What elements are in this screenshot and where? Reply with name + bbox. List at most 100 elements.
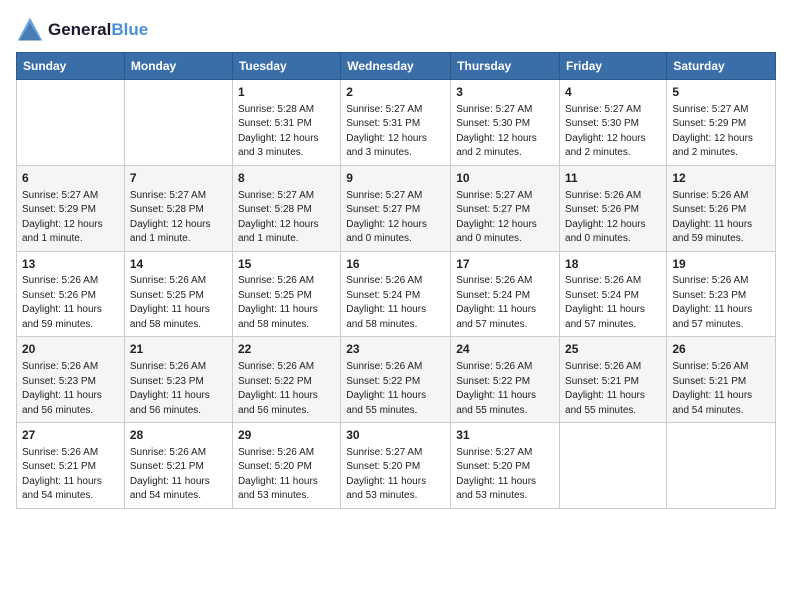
day-info: Sunrise: 5:26 AM Sunset: 5:20 PM Dayligh… — [238, 446, 335, 504]
day-info: Sunrise: 5:26 AM Sunset: 5:22 PM Dayligh… — [346, 360, 445, 418]
week-row-3: 13Sunrise: 5:26 AM Sunset: 5:26 PM Dayli… — [17, 251, 776, 337]
day-cell — [667, 423, 776, 509]
day-number: 6 — [22, 170, 119, 187]
day-info: Sunrise: 5:26 AM Sunset: 5:24 PM Dayligh… — [346, 274, 445, 332]
day-number: 22 — [238, 341, 335, 358]
day-number: 31 — [456, 427, 554, 444]
day-info: Sunrise: 5:26 AM Sunset: 5:26 PM Dayligh… — [672, 189, 770, 247]
day-cell: 24 Sunrise: 5:26 AM Sunset: 5:22 PM Dayli… — [451, 337, 560, 423]
header-sunday: Sunday — [17, 53, 125, 80]
day-cell: 25 Sunrise: 5:26 AM Sunset: 5:21 PM Dayli… — [560, 337, 667, 423]
day-info: Sunrise: 5:27 AM Sunset: 5:20 PM Dayligh… — [456, 446, 554, 504]
day-cell: 9 Sunrise: 5:27 AM Sunset: 5:27 PM Daylig… — [341, 165, 451, 251]
day-number: 20 — [22, 341, 119, 358]
day-info: Sunrise: 5:27 AM Sunset: 5:30 PM Dayligh… — [565, 103, 661, 161]
day-info: Sunrise: 5:26 AM Sunset: 5:25 PM Dayligh… — [238, 274, 335, 332]
day-info: Sunrise: 5:27 AM Sunset: 5:20 PM Dayligh… — [346, 446, 445, 504]
day-number: 7 — [130, 170, 227, 187]
day-info: Sunrise: 5:26 AM Sunset: 5:24 PM Dayligh… — [456, 274, 554, 332]
day-cell: 22 Sunrise: 5:26 AM Sunset: 5:22 PM Dayli… — [232, 337, 340, 423]
day-cell: 27Sunrise: 5:26 AM Sunset: 5:21 PM Dayli… — [17, 423, 125, 509]
day-number: 19 — [672, 256, 770, 273]
day-info: Sunrise: 5:26 AM Sunset: 5:25 PM Dayligh… — [130, 274, 227, 332]
day-cell: 10 Sunrise: 5:27 AM Sunset: 5:27 PM Dayli… — [451, 165, 560, 251]
day-info: Sunrise: 5:27 AM Sunset: 5:29 PM Dayligh… — [22, 189, 119, 247]
logo-text: GeneralBlue — [48, 20, 148, 40]
day-info: Sunrise: 5:27 AM Sunset: 5:31 PM Dayligh… — [346, 103, 445, 161]
day-number: 13 — [22, 256, 119, 273]
day-number: 23 — [346, 341, 445, 358]
day-number: 18 — [565, 256, 661, 273]
week-row-1: 1 Sunrise: 5:28 AM Sunset: 5:31 PM Daylig… — [17, 80, 776, 166]
header-monday: Monday — [124, 53, 232, 80]
day-cell: 7 Sunrise: 5:27 AM Sunset: 5:28 PM Daylig… — [124, 165, 232, 251]
day-number: 24 — [456, 341, 554, 358]
day-cell: 21Sunrise: 5:26 AM Sunset: 5:23 PM Dayli… — [124, 337, 232, 423]
day-cell — [17, 80, 125, 166]
day-cell: 15Sunrise: 5:26 AM Sunset: 5:25 PM Dayli… — [232, 251, 340, 337]
day-info: Sunrise: 5:27 AM Sunset: 5:27 PM Dayligh… — [456, 189, 554, 247]
header-saturday: Saturday — [667, 53, 776, 80]
day-number: 28 — [130, 427, 227, 444]
day-number: 17 — [456, 256, 554, 273]
day-number: 1 — [238, 84, 335, 101]
day-info: Sunrise: 5:26 AM Sunset: 5:26 PM Dayligh… — [22, 274, 119, 332]
week-row-5: 27Sunrise: 5:26 AM Sunset: 5:21 PM Dayli… — [17, 423, 776, 509]
day-cell: 12 Sunrise: 5:26 AM Sunset: 5:26 PM Dayli… — [667, 165, 776, 251]
day-number: 9 — [346, 170, 445, 187]
logo-icon — [16, 16, 44, 44]
day-number: 30 — [346, 427, 445, 444]
week-row-2: 6 Sunrise: 5:27 AM Sunset: 5:29 PM Daylig… — [17, 165, 776, 251]
calendar-body: 1 Sunrise: 5:28 AM Sunset: 5:31 PM Daylig… — [17, 80, 776, 509]
day-cell — [124, 80, 232, 166]
day-cell: 23 Sunrise: 5:26 AM Sunset: 5:22 PM Dayli… — [341, 337, 451, 423]
day-cell: 11Sunrise: 5:26 AM Sunset: 5:26 PM Dayli… — [560, 165, 667, 251]
day-number: 29 — [238, 427, 335, 444]
calendar-header: SundayMondayTuesdayWednesdayThursdayFrid… — [17, 53, 776, 80]
day-number: 25 — [565, 341, 661, 358]
day-cell: 29 Sunrise: 5:26 AM Sunset: 5:20 PM Dayli… — [232, 423, 340, 509]
day-cell: 13Sunrise: 5:26 AM Sunset: 5:26 PM Dayli… — [17, 251, 125, 337]
day-cell: 19Sunrise: 5:26 AM Sunset: 5:23 PM Dayli… — [667, 251, 776, 337]
day-info: Sunrise: 5:27 AM Sunset: 5:28 PM Dayligh… — [130, 189, 227, 247]
week-row-4: 20 Sunrise: 5:26 AM Sunset: 5:23 PM Dayli… — [17, 337, 776, 423]
day-info: Sunrise: 5:26 AM Sunset: 5:24 PM Dayligh… — [565, 274, 661, 332]
day-info: Sunrise: 5:26 AM Sunset: 5:22 PM Dayligh… — [238, 360, 335, 418]
day-info: Sunrise: 5:26 AM Sunset: 5:21 PM Dayligh… — [565, 360, 661, 418]
day-cell: 28Sunrise: 5:26 AM Sunset: 5:21 PM Dayli… — [124, 423, 232, 509]
logo: GeneralBlue — [16, 16, 148, 44]
day-info: Sunrise: 5:26 AM Sunset: 5:21 PM Dayligh… — [672, 360, 770, 418]
day-cell: 18Sunrise: 5:26 AM Sunset: 5:24 PM Dayli… — [560, 251, 667, 337]
day-cell: 3Sunrise: 5:27 AM Sunset: 5:30 PM Daylig… — [451, 80, 560, 166]
header-thursday: Thursday — [451, 53, 560, 80]
day-cell: 17Sunrise: 5:26 AM Sunset: 5:24 PM Dayli… — [451, 251, 560, 337]
calendar-table: SundayMondayTuesdayWednesdayThursdayFrid… — [16, 52, 776, 509]
day-number: 3 — [456, 84, 554, 101]
day-info: Sunrise: 5:26 AM Sunset: 5:23 PM Dayligh… — [22, 360, 119, 418]
day-cell — [560, 423, 667, 509]
day-number: 2 — [346, 84, 445, 101]
day-cell: 5Sunrise: 5:27 AM Sunset: 5:29 PM Daylig… — [667, 80, 776, 166]
page-header: GeneralBlue — [16, 16, 776, 44]
day-number: 26 — [672, 341, 770, 358]
day-info: Sunrise: 5:27 AM Sunset: 5:27 PM Dayligh… — [346, 189, 445, 247]
day-info: Sunrise: 5:28 AM Sunset: 5:31 PM Dayligh… — [238, 103, 335, 161]
day-cell: 4 Sunrise: 5:27 AM Sunset: 5:30 PM Daylig… — [560, 80, 667, 166]
day-cell: 30 Sunrise: 5:27 AM Sunset: 5:20 PM Dayli… — [341, 423, 451, 509]
header-friday: Friday — [560, 53, 667, 80]
day-number: 5 — [672, 84, 770, 101]
day-cell: 16Sunrise: 5:26 AM Sunset: 5:24 PM Dayli… — [341, 251, 451, 337]
day-number: 4 — [565, 84, 661, 101]
day-cell: 2 Sunrise: 5:27 AM Sunset: 5:31 PM Daylig… — [341, 80, 451, 166]
day-number: 14 — [130, 256, 227, 273]
day-number: 8 — [238, 170, 335, 187]
day-info: Sunrise: 5:26 AM Sunset: 5:23 PM Dayligh… — [130, 360, 227, 418]
day-info: Sunrise: 5:26 AM Sunset: 5:22 PM Dayligh… — [456, 360, 554, 418]
day-number: 10 — [456, 170, 554, 187]
day-number: 15 — [238, 256, 335, 273]
day-cell: 31 Sunrise: 5:27 AM Sunset: 5:20 PM Dayli… — [451, 423, 560, 509]
header-row: SundayMondayTuesdayWednesdayThursdayFrid… — [17, 53, 776, 80]
day-info: Sunrise: 5:26 AM Sunset: 5:21 PM Dayligh… — [22, 446, 119, 504]
day-cell: 26 Sunrise: 5:26 AM Sunset: 5:21 PM Dayli… — [667, 337, 776, 423]
day-number: 12 — [672, 170, 770, 187]
